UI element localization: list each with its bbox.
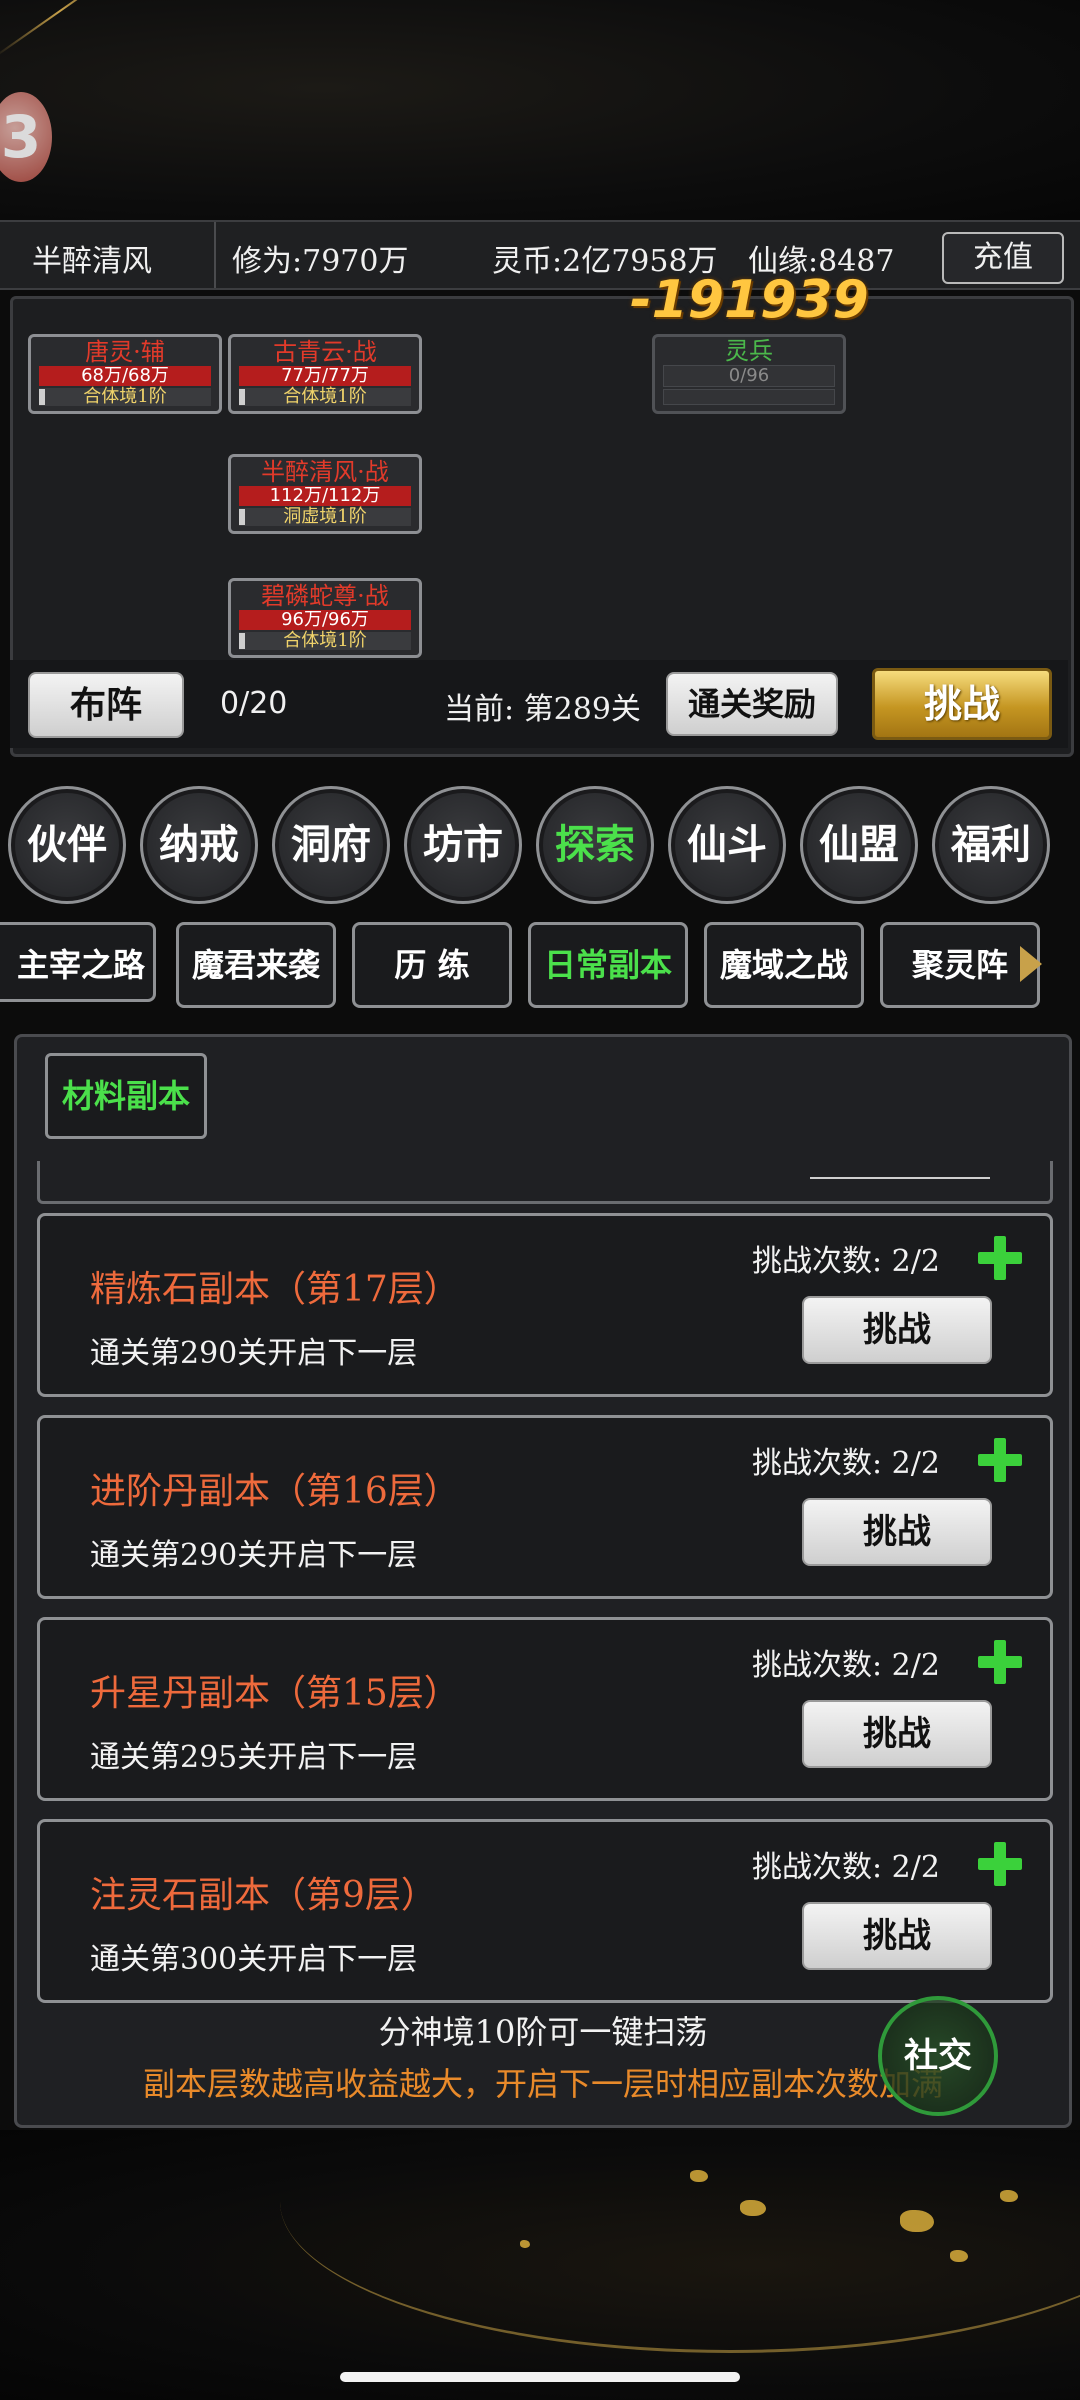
party-unit-card[interactable]: 唐灵·辅 68万/68万 合体境1阶 xyxy=(28,334,222,414)
unit-realm: 合体境1阶 xyxy=(239,632,411,650)
damage-popup: -191939 xyxy=(630,270,869,330)
unit-realm: 洞虚境1阶 xyxy=(239,508,411,526)
dungeon-card: 升星丹副本（第15层） 通关第295关开启下一层 挑战次数: 2/2 挑战 xyxy=(37,1617,1053,1801)
spirit-soldier-name: 灵兵 xyxy=(725,337,773,365)
dungeon-unlock-desc: 通关第295关开启下一层 xyxy=(90,1740,418,1775)
unit-realm: 合体境1阶 xyxy=(39,388,211,406)
gold-arc xyxy=(280,2130,1080,2353)
formation-count: 0/20 xyxy=(220,686,288,721)
challenge-count: 挑战次数: 2/2 xyxy=(752,1244,940,1279)
main-circle-nav: 伙伴 纳戒 洞府 坊市 探索 仙斗 仙盟 福利 xyxy=(0,786,1080,906)
nav-partner[interactable]: 伙伴 xyxy=(8,786,126,904)
party-unit-card[interactable]: 半醉清风·战 112万/112万 洞虚境1阶 xyxy=(228,454,422,534)
party-unit-card[interactable]: 古青云·战 77万/77万 合体境1阶 xyxy=(228,334,422,414)
add-attempts-icon[interactable] xyxy=(976,1234,1024,1282)
challenge-count: 挑战次数: 2/2 xyxy=(752,1648,940,1683)
unit-name: 碧磷蛇尊·战 xyxy=(261,582,389,610)
gold-fleck xyxy=(900,2210,934,2232)
dungeon-title: 进阶丹副本（第16层） xyxy=(90,1471,460,1512)
dungeon-challenge-button[interactable]: 挑战 xyxy=(802,1700,992,1768)
dungeon-title: 升星丹副本（第15层） xyxy=(90,1673,460,1714)
nav-explore[interactable]: 探索 xyxy=(536,786,654,904)
battle-action-row: 布阵 0/20 当前: 第289关 通关奖励 挑战 xyxy=(10,660,1068,748)
dungeon-challenge-button[interactable]: 挑战 xyxy=(802,1902,992,1970)
home-indicator[interactable] xyxy=(340,2372,740,2382)
unit-hp-bar: 77万/77万 xyxy=(239,366,411,386)
party-unit-card[interactable]: 碧磷蛇尊·战 96万/96万 合体境1阶 xyxy=(228,578,422,658)
gold-streak xyxy=(0,0,127,58)
dungeon-card: 精炼石副本（第17层） 通关第290关开启下一层 挑战次数: 2/2 挑战 xyxy=(37,1213,1053,1397)
gold-fleck xyxy=(1000,2190,1018,2202)
player-stats-bar: 半醉清风 修为:7970万 灵币:2亿7958万 仙缘:8487 充值 xyxy=(0,220,1080,290)
dungeon-panel: 材料副本 精炼石副本（第17层） 通关第290关开启下一层 挑战次数: 2/2 … xyxy=(14,1034,1072,2128)
unit-hp-bar: 68万/68万 xyxy=(39,366,211,386)
gold-fleck xyxy=(690,2170,708,2182)
divider xyxy=(214,222,216,288)
nav-welfare[interactable]: 福利 xyxy=(932,786,1050,904)
dungeon-title: 精炼石副本（第17层） xyxy=(90,1269,460,1310)
nav-storage-ring[interactable]: 纳戒 xyxy=(140,786,258,904)
tab-training[interactable]: 历 练 xyxy=(352,922,512,1008)
dungeon-title: 注灵石副本（第9层） xyxy=(90,1875,437,1916)
social-button[interactable]: 社交 xyxy=(878,1996,998,2116)
tab-demon-lord-raid[interactable]: 魔君来袭 xyxy=(176,922,336,1008)
dungeon-challenge-button[interactable]: 挑战 xyxy=(802,1498,992,1566)
unit-name: 半醉清风·战 xyxy=(261,458,389,486)
partial-dungeon-card xyxy=(37,1161,1053,1204)
subtab-material-dungeon[interactable]: 材料副本 xyxy=(45,1053,207,1139)
spirit-soldier-value: 0/96 xyxy=(663,365,835,387)
tab-dominator-road[interactable]: 主宰之路 xyxy=(0,922,156,1002)
unit-hp-bar: 96万/96万 xyxy=(239,610,411,630)
gold-fleck xyxy=(520,2240,530,2248)
dungeon-card: 进阶丹副本（第16层） 通关第290关开启下一层 挑战次数: 2/2 挑战 xyxy=(37,1415,1053,1599)
dungeon-challenge-button[interactable]: 挑战 xyxy=(802,1296,992,1364)
current-stage: 当前: 第289关 xyxy=(444,692,641,727)
tab-demon-realm-war[interactable]: 魔域之战 xyxy=(704,922,864,1008)
add-attempts-icon[interactable] xyxy=(976,1840,1024,1888)
spirit-soldier-card[interactable]: 灵兵 0/96 xyxy=(652,334,846,414)
top-background xyxy=(0,0,1080,220)
unit-hp-bar: 112万/112万 xyxy=(239,486,411,506)
tab-spirit-gathering[interactable]: 聚灵阵 xyxy=(880,922,1040,1008)
chevron-right-icon[interactable] xyxy=(1020,946,1042,982)
cultivation-value: 修为:7970万 xyxy=(232,244,409,279)
dungeon-unlock-desc: 通关第290关开启下一层 xyxy=(90,1336,418,1371)
nav-immortal-duel[interactable]: 仙斗 xyxy=(668,786,786,904)
tab-daily-dungeon[interactable]: 日常副本 xyxy=(528,922,688,1008)
challenge-stage-button[interactable]: 挑战 xyxy=(872,668,1052,740)
dungeon-unlock-desc: 通关第300关开启下一层 xyxy=(90,1942,418,1977)
challenge-count: 挑战次数: 2/2 xyxy=(752,1446,940,1481)
spirit-soldier-bar xyxy=(663,389,835,405)
nav-market[interactable]: 坊市 xyxy=(404,786,522,904)
gold-fleck xyxy=(740,2200,766,2216)
player-name[interactable]: 半醉清风 xyxy=(32,236,152,280)
clear-reward-button[interactable]: 通关奖励 xyxy=(666,672,838,736)
add-attempts-icon[interactable] xyxy=(976,1436,1024,1484)
challenge-count: 挑战次数: 2/2 xyxy=(752,1850,940,1885)
dungeon-card: 注灵石副本（第9层） 通关第300关开启下一层 挑战次数: 2/2 挑战 xyxy=(37,1819,1053,2003)
nav-alliance[interactable]: 仙盟 xyxy=(800,786,918,904)
unit-realm: 合体境1阶 xyxy=(239,388,411,406)
gold-fleck xyxy=(950,2250,968,2262)
formation-button[interactable]: 布阵 xyxy=(28,672,184,738)
unit-name: 唐灵·辅 xyxy=(85,338,165,366)
add-attempts-icon[interactable] xyxy=(976,1638,1024,1686)
explore-tab-nav: 主宰之路 魔君来袭 历 练 日常副本 魔域之战 聚灵阵 xyxy=(0,922,1080,1008)
unit-name: 古青云·战 xyxy=(273,338,377,366)
bottom-background xyxy=(0,2130,1080,2400)
dungeon-unlock-desc: 通关第290关开启下一层 xyxy=(90,1538,418,1573)
recharge-button[interactable]: 充值 xyxy=(942,232,1064,284)
nav-cave-dwelling[interactable]: 洞府 xyxy=(272,786,390,904)
